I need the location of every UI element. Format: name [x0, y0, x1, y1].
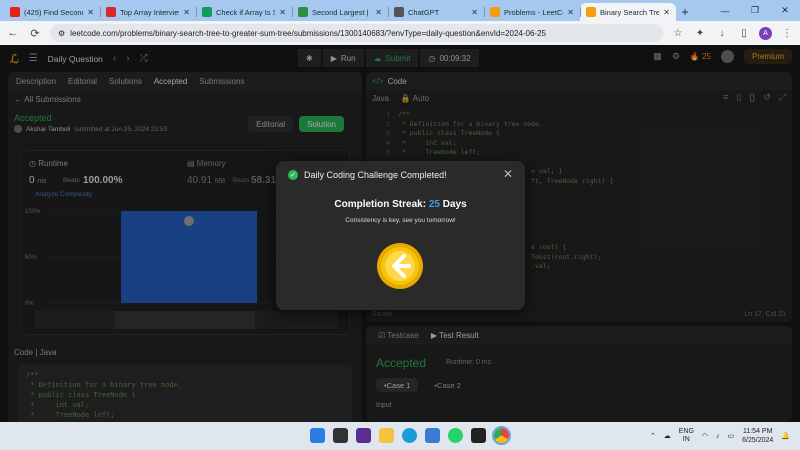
reload-icon[interactable]: ⟳ — [28, 27, 42, 40]
volume-icon[interactable]: ♪ — [716, 433, 720, 440]
browser-tab-strip: (425) Find Second La✕Top Array Interview… — [0, 0, 800, 21]
tab-list: (425) Find Second La✕Top Array Interview… — [4, 3, 676, 21]
taskbar-apps — [310, 426, 511, 445]
tab-title: Binary Search Tree to — [600, 7, 660, 17]
daily-challenge-modal: ✓ Daily Coding Challenge Completed! ✕ Co… — [276, 161, 525, 310]
tab-favicon-icon — [394, 7, 404, 17]
store-icon[interactable] — [425, 428, 440, 443]
url-field[interactable]: ⚙ leetcode.com/problems/binary-search-tr… — [50, 24, 663, 42]
whatsapp-icon[interactable] — [448, 428, 463, 443]
modal-title: Daily Coding Challenge Completed! — [304, 170, 447, 180]
leetcode-coin-icon — [377, 243, 423, 289]
sidebar-icon[interactable]: ▯ — [737, 28, 751, 39]
new-tab-button[interactable]: + — [676, 3, 694, 21]
edge-icon[interactable] — [402, 428, 417, 443]
tab-favicon-icon — [586, 7, 596, 17]
tab-favicon-icon — [10, 7, 20, 17]
bookmark-star-icon[interactable]: ☆ — [671, 28, 685, 39]
back-icon[interactable]: ← — [6, 27, 20, 39]
windows-start-icon[interactable] — [310, 428, 325, 443]
url-text: leetcode.com/problems/binary-search-tree… — [70, 28, 546, 38]
modal-subtitle: Consistency is key, see you tomorrow! — [345, 217, 456, 224]
close-window-icon[interactable]: ✕ — [770, 0, 800, 21]
tab-close-icon[interactable]: ✕ — [183, 8, 190, 17]
completion-streak: Completion Streak: 25 Days — [334, 199, 467, 210]
tab-title: (425) Find Second La — [24, 7, 84, 17]
tab-close-icon[interactable]: ✕ — [567, 8, 574, 17]
tab-title: ChatGPT — [408, 7, 440, 17]
restore-icon[interactable]: ❐ — [740, 0, 770, 21]
tab-close-icon[interactable]: ✕ — [87, 8, 94, 17]
notification-icon[interactable]: 🔔 — [781, 432, 790, 440]
system-tray: ⌃ ☁ ENG IN ◠ ♪ ▭ 11:54 PM 6/25/2024 🔔 — [650, 427, 790, 445]
minimize-icon[interactable]: — — [710, 0, 740, 21]
tab-favicon-icon — [202, 7, 212, 17]
site-info-icon[interactable]: ⚙ — [58, 29, 65, 38]
tab-favicon-icon — [490, 7, 500, 17]
close-icon[interactable]: ✕ — [503, 167, 513, 181]
tab-title: Problems - LeetCode — [504, 7, 563, 17]
profile-avatar[interactable]: A — [759, 26, 772, 40]
extensions-icon[interactable]: ✦ — [693, 28, 707, 39]
chevron-up-icon[interactable]: ⌃ — [650, 432, 656, 440]
visual-studio-icon[interactable] — [356, 428, 371, 443]
chrome-icon[interactable] — [492, 426, 511, 445]
file-explorer-icon[interactable] — [379, 428, 394, 443]
tab-favicon-icon — [298, 7, 308, 17]
battery-icon[interactable]: ▭ — [728, 432, 735, 440]
tab-close-icon[interactable]: ✕ — [663, 8, 670, 17]
clock[interactable]: 11:54 PM 6/25/2024 — [742, 427, 773, 445]
window-controls: — ❐ ✕ — [710, 0, 800, 21]
browser-tab[interactable]: Top Array Interview Q ✕ — [100, 3, 196, 21]
tab-title: Check if Array Is Sort — [216, 7, 276, 17]
language-indicator[interactable]: ENG IN — [679, 428, 694, 444]
tab-favicon-icon — [106, 7, 116, 17]
notes-icon[interactable] — [471, 428, 486, 443]
windows-taskbar: ⌃ ☁ ENG IN ◠ ♪ ▭ 11:54 PM 6/25/2024 🔔 — [0, 422, 800, 450]
browser-tab[interactable]: ChatGPT ✕ — [388, 3, 484, 21]
downloads-icon[interactable]: ↓ — [715, 28, 729, 39]
browser-tab[interactable]: Second Largest | Prac ✕ — [292, 3, 388, 21]
check-circle-icon: ✓ — [288, 170, 298, 180]
cloud-icon[interactable]: ☁ — [664, 432, 671, 440]
browser-tab[interactable]: (425) Find Second La✕ — [4, 3, 100, 21]
tab-title: Top Array Interview Q — [120, 7, 179, 17]
wifi-icon[interactable]: ◠ — [702, 432, 708, 440]
browser-tab[interactable]: Problems - LeetCode ✕ — [484, 3, 580, 21]
menu-icon[interactable]: ⋮ — [780, 28, 794, 39]
browser-tab[interactable]: Check if Array Is Sort✕ — [196, 3, 292, 21]
address-bar: ← ⟳ ⚙ leetcode.com/problems/binary-searc… — [0, 21, 800, 45]
tab-close-icon[interactable]: ✕ — [375, 8, 382, 17]
tab-close-icon[interactable]: ✕ — [471, 8, 478, 17]
browser-tab[interactable]: Binary Search Tree to✕ — [580, 3, 676, 21]
task-view-icon[interactable] — [333, 428, 348, 443]
tab-title: Second Largest | Prac — [312, 7, 371, 17]
tab-close-icon[interactable]: ✕ — [279, 8, 286, 17]
